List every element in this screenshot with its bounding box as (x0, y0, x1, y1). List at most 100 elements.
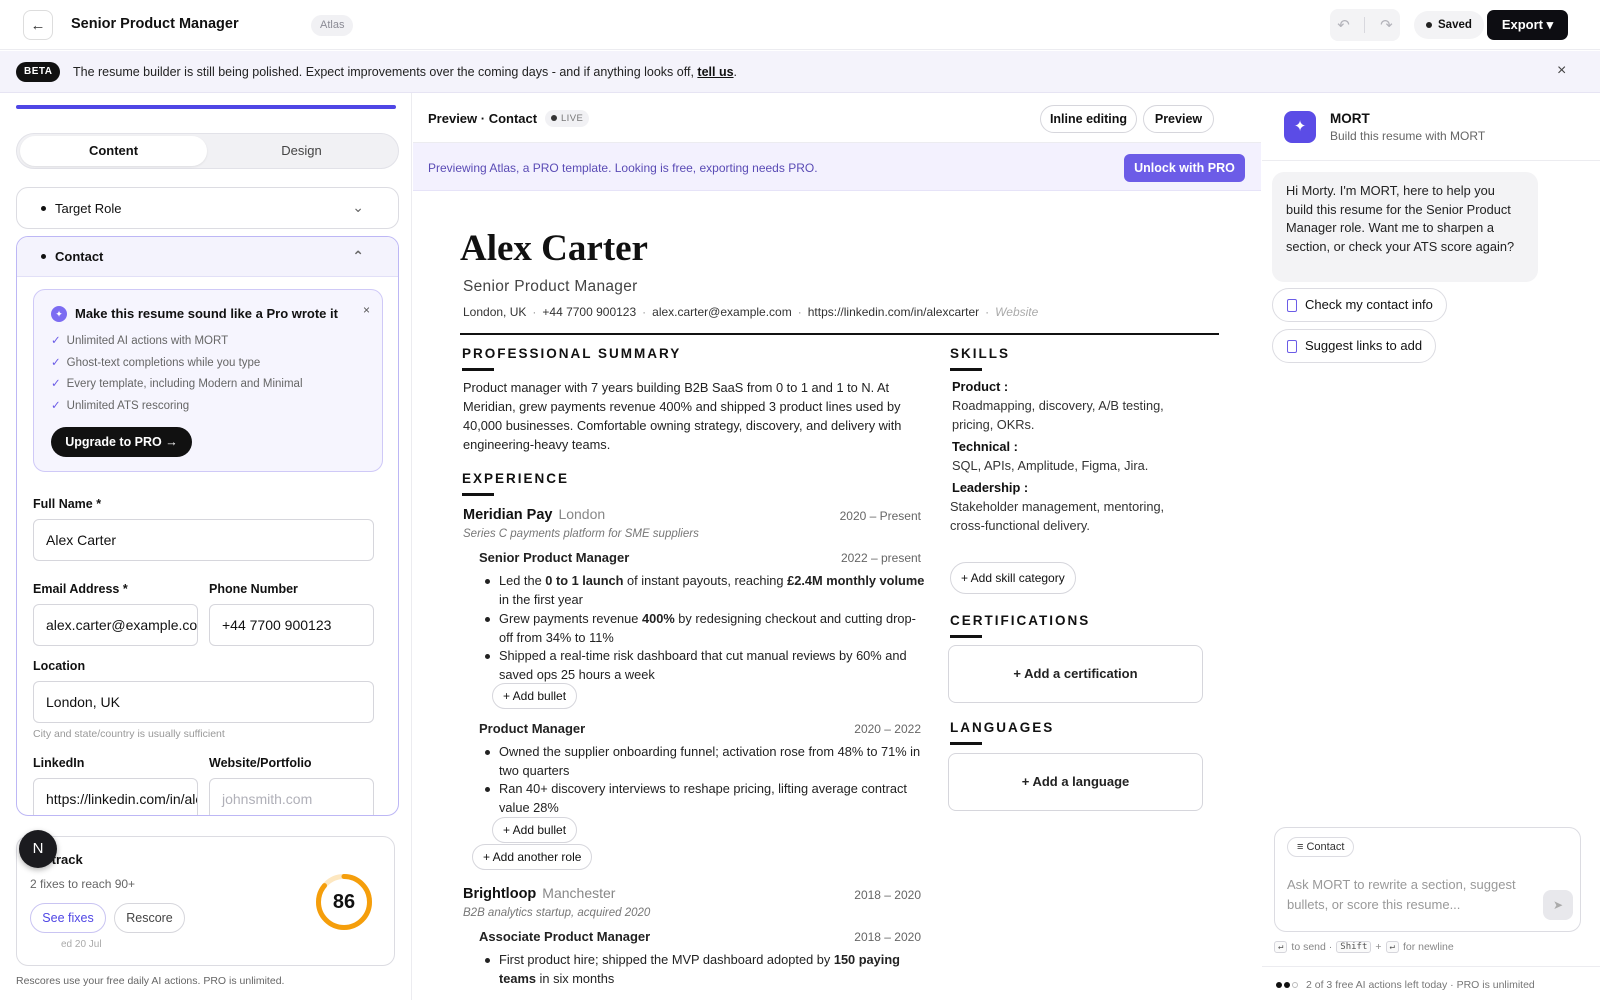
location-label: Location (33, 659, 86, 673)
role-title[interactable]: Product Manager (479, 721, 585, 736)
chevron-down-icon[interactable]: ⌄ (352, 199, 364, 216)
company-dates[interactable]: 2018 – 2020 (803, 888, 921, 902)
list-item[interactable]: Led the 0 to 1 launch of instant payouts… (485, 572, 929, 609)
chevron-up-icon[interactable]: ⌃ (352, 248, 364, 265)
unlock-pro-button[interactable]: Unlock with PRO (1124, 154, 1245, 182)
preview-button[interactable]: Preview (1143, 105, 1214, 133)
add-skill-category-button[interactable]: + Add skill category (950, 562, 1076, 594)
resume-name[interactable]: Alex Carter (460, 227, 648, 270)
dot-icon (1284, 982, 1290, 988)
back-button[interactable]: ← (23, 10, 53, 40)
list-item[interactable]: Owned the supplier onboarding funnel; ac… (485, 743, 929, 780)
linkedin-label: LinkedIn (33, 756, 85, 770)
contact-header[interactable]: Contact ⌃ (17, 237, 398, 277)
skill-list[interactable]: Stakeholder management, mentoring, cross… (950, 497, 1195, 535)
pro-card-title: Make this resume sound like a Pro wrote … (75, 306, 338, 321)
score-date: ed 20 Jul (61, 939, 102, 950)
tab-design[interactable]: Design (208, 136, 395, 166)
context-chip[interactable]: ≡ Contact (1287, 837, 1355, 857)
skill-list[interactable]: SQL, APIs, Amplitude, Figma, Jira. (952, 456, 1197, 475)
list-item[interactable]: Shipped a real-time risk dashboard that … (485, 647, 929, 684)
chat-input[interactable]: Ask MORT to rewrite a section, suggest b… (1287, 875, 1542, 915)
skill-list[interactable]: Roadmapping, discovery, A/B testing, pri… (952, 396, 1197, 434)
website-label: Website/Portfolio (209, 756, 312, 770)
full-name-label: Full Name * (33, 497, 102, 511)
full-name-input[interactable]: Alex Carter (33, 519, 374, 561)
role-dates[interactable]: 2018 – 2020 (803, 930, 921, 944)
contact-email[interactable]: alex.carter@example.com (652, 305, 792, 319)
list-item[interactable]: Ran 40+ discovery interviews to reshape … (485, 780, 929, 817)
location-field[interactable]: London, UK (33, 681, 374, 723)
role-dates[interactable]: 2022 – present (803, 551, 921, 565)
website-field[interactable]: johnsmith.com (209, 778, 374, 815)
feature-text: Every template, including Modern and Min… (66, 378, 303, 391)
phone-field[interactable]: +44 7700 900123 (209, 604, 374, 646)
top-bar: ← Senior Product Manager Atlas ↶ ↷ Saved… (0, 0, 1600, 50)
check-icon: ✓ (51, 356, 61, 369)
divider (1262, 160, 1600, 161)
send-icon[interactable]: ➤ (1543, 890, 1573, 920)
see-fixes-button[interactable]: See fixes (30, 903, 106, 933)
linkedin-field[interactable]: https://linkedin.com/in/alexcarter (33, 778, 198, 815)
skills-heading: SKILLS (950, 346, 1011, 361)
suggestion-chip[interactable]: Check my contact info (1272, 288, 1447, 322)
live-label: LIVE (561, 113, 584, 124)
separator: · (532, 305, 537, 319)
undo-redo-group: ↶ ↷ (1330, 9, 1400, 41)
arrow-left-icon: ← (30, 16, 46, 34)
export-button[interactable]: Export ▾ (1487, 10, 1568, 40)
tell-us-link[interactable]: tell us (697, 65, 733, 79)
company-name[interactable]: Meridian Pay London (463, 506, 605, 523)
document-icon (1287, 339, 1297, 353)
skill-category[interactable]: Technical : (952, 439, 1018, 454)
rescore-button[interactable]: Rescore (114, 903, 185, 933)
assistant-message: Hi Morty. I'm MORT, here to help you bui… (1272, 172, 1538, 282)
skill-category[interactable]: Leadership : (952, 480, 1028, 495)
company-description[interactable]: Series C payments platform for SME suppl… (463, 528, 699, 540)
email-field[interactable]: alex.carter@example.com (33, 604, 198, 646)
usage-footer: 2 of 3 free AI actions left today · PRO … (1276, 979, 1535, 991)
bullet-text: in the first year (499, 591, 583, 607)
list-item[interactable]: Grew payments revenue 400% by redesignin… (485, 610, 929, 647)
phone-label: Phone Number (209, 582, 298, 596)
list-item[interactable]: First product hire; shipped the MVP dash… (485, 951, 929, 988)
suggestion-chip[interactable]: Suggest links to add (1272, 329, 1437, 363)
beta-period: . (733, 65, 738, 79)
contact-location[interactable]: London, UK (463, 305, 526, 319)
add-language-button[interactable]: + Add a language (948, 753, 1203, 811)
divider (1364, 17, 1366, 33)
pro-upsell-card: ✦ Make this resume sound like a Pro wrot… (33, 289, 383, 472)
check-icon: ✓ (51, 335, 61, 347)
contact-phone[interactable]: +44 7700 900123 (542, 305, 636, 319)
company-name[interactable]: Brightloop Manchester (463, 885, 615, 902)
bullet-icon (41, 205, 46, 211)
add-certification-button[interactable]: + Add a certification (948, 645, 1203, 703)
skill-category[interactable]: Product : (952, 379, 1008, 394)
separator: · (797, 305, 802, 319)
avatar[interactable]: N (19, 830, 57, 868)
beta-badge: BETA (16, 62, 61, 82)
close-icon[interactable]: × (363, 303, 370, 317)
role-title[interactable]: Senior Product Manager (479, 550, 629, 565)
redo-icon[interactable]: ↷ (1380, 16, 1393, 34)
inline-editing-button[interactable]: Inline editing (1040, 105, 1137, 133)
role-title[interactable]: Associate Product Manager (479, 929, 650, 944)
summary-text[interactable]: Product manager with 7 years building B2… (463, 378, 928, 454)
upgrade-button[interactable]: Upgrade to PRO → (51, 427, 192, 457)
company-description[interactable]: B2B analytics startup, acquired 2020 (463, 907, 650, 919)
tab-content[interactable]: Content (20, 136, 207, 166)
close-icon[interactable]: × (1557, 62, 1566, 80)
company-dates[interactable]: 2020 – Present (803, 509, 921, 523)
template-chip: Atlas (311, 15, 354, 36)
contact-linkedin[interactable]: https://linkedin.com/in/alexcarter (808, 305, 979, 319)
preview-title: Preview · Contact (428, 111, 538, 126)
add-bullet-button[interactable]: + Add bullet (492, 683, 578, 709)
saved-status: Saved (1414, 11, 1484, 39)
resume-role[interactable]: Senior Product Manager (463, 278, 638, 296)
add-bullet-button[interactable]: + Add bullet (492, 817, 578, 843)
undo-icon[interactable]: ↶ (1337, 16, 1350, 34)
role-dates[interactable]: 2020 – 2022 (803, 722, 921, 736)
target-role-section[interactable]: Target Role ⌄ (16, 187, 399, 229)
contact-website[interactable]: Website (995, 305, 1038, 319)
add-role-button[interactable]: + Add another role (472, 844, 593, 870)
